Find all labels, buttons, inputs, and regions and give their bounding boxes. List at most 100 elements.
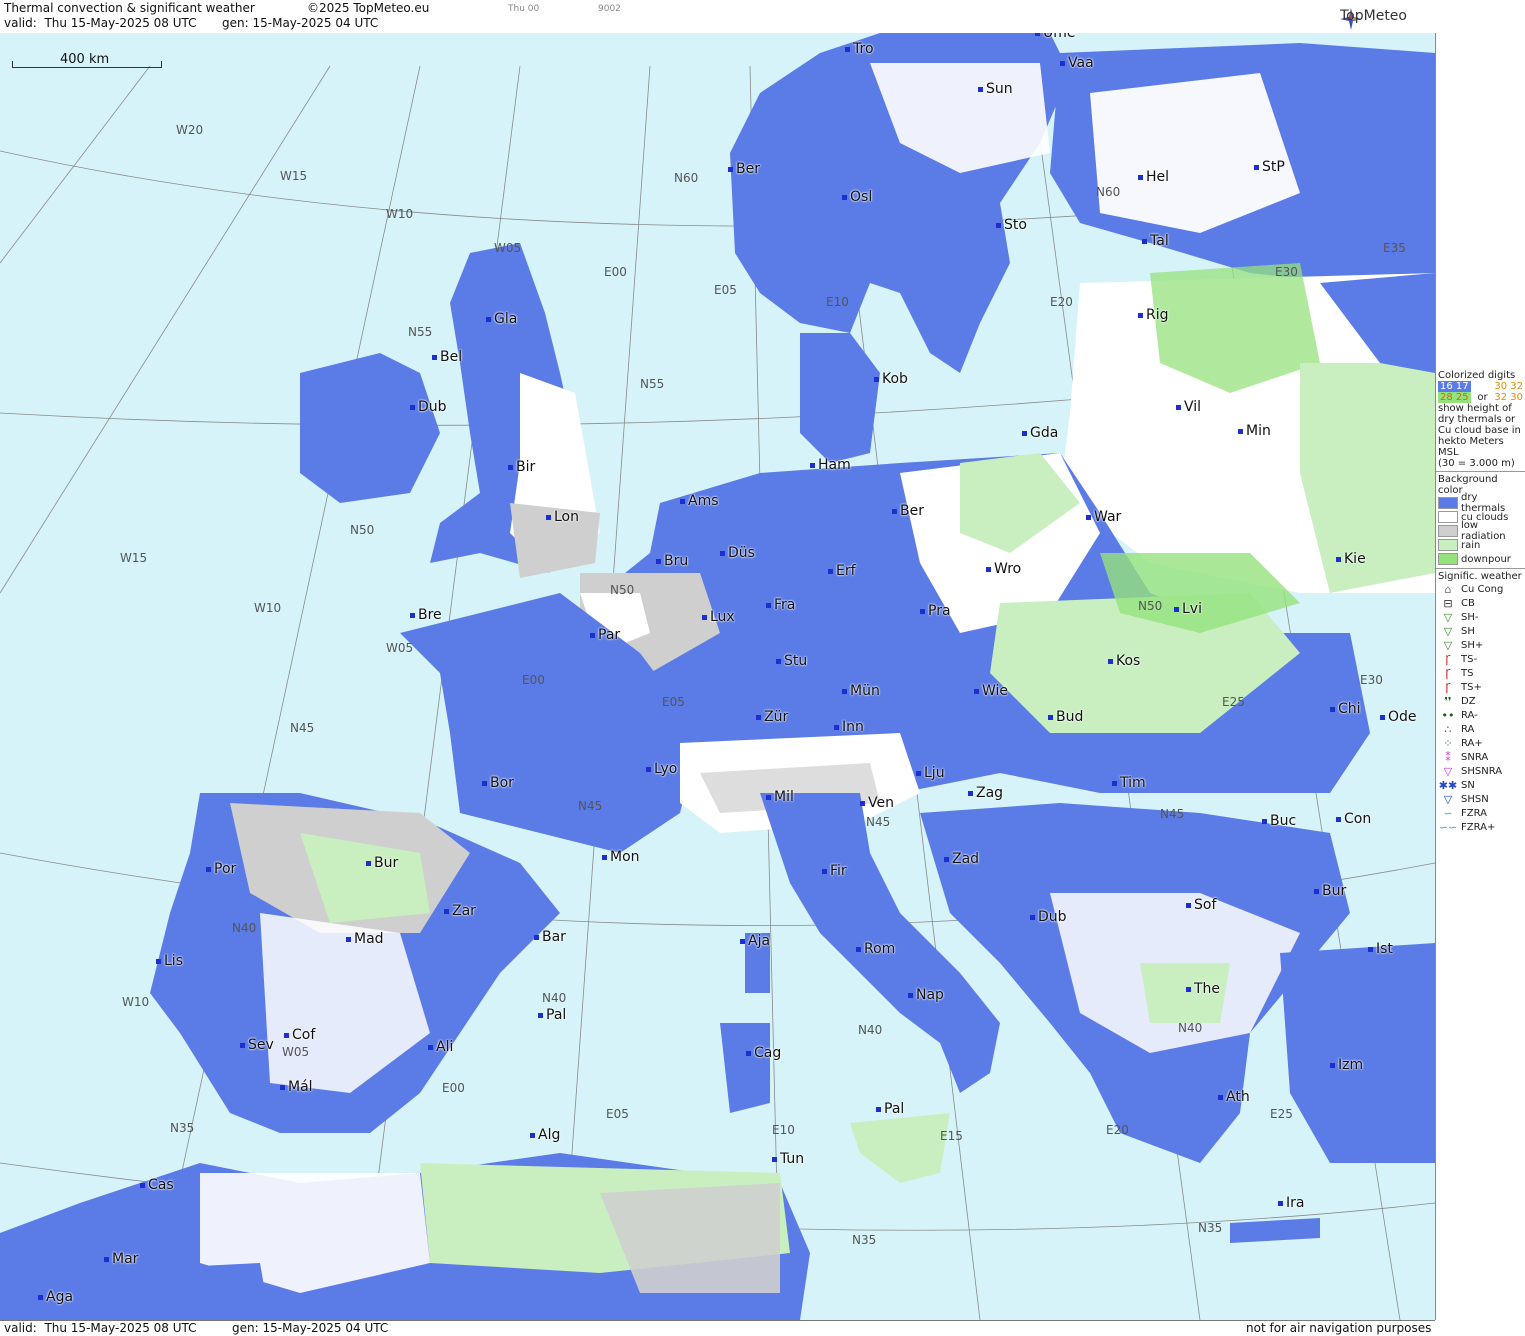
city-label[interactable]: Zür: [756, 709, 788, 725]
weather-symbol-icon: ∴: [1444, 722, 1452, 736]
city-label[interactable]: Aja: [740, 933, 770, 949]
city-label[interactable]: Vaa: [1060, 55, 1094, 71]
city-label[interactable]: Bur: [366, 855, 398, 871]
city-label[interactable]: Rom: [856, 941, 895, 957]
city-label[interactable]: Mil: [766, 789, 794, 805]
city-label[interactable]: Sev: [240, 1037, 274, 1053]
grid-label: N40: [858, 1023, 883, 1037]
city-label[interactable]: Pal: [876, 1101, 904, 1117]
city-label[interactable]: Mar: [104, 1251, 138, 1267]
city-label[interactable]: Sto: [996, 217, 1027, 233]
city-label[interactable]: Mon: [602, 849, 640, 865]
city-label[interactable]: Chi: [1330, 701, 1361, 717]
city-label[interactable]: Sun: [978, 81, 1013, 97]
city-label[interactable]: Ume: [1035, 33, 1076, 41]
city-label[interactable]: Ven: [860, 795, 894, 811]
weather-symbol-icon: ∽: [1443, 806, 1453, 820]
city-label[interactable]: Lon: [546, 509, 579, 525]
city-label[interactable]: Kos: [1108, 653, 1140, 669]
city-label[interactable]: Vil: [1176, 399, 1201, 415]
city-label[interactable]: Rig: [1138, 307, 1169, 323]
city-label[interactable]: Aga: [38, 1289, 73, 1305]
city-label[interactable]: Min: [1238, 423, 1271, 439]
city-label[interactable]: Pra: [920, 603, 951, 619]
city-label[interactable]: Düs: [720, 545, 755, 561]
city-label[interactable]: Por: [206, 861, 236, 877]
grid-label: E20: [1106, 1123, 1129, 1137]
city-label[interactable]: Osl: [842, 189, 872, 205]
city-label[interactable]: Bru: [656, 553, 688, 569]
city-label[interactable]: Cof: [284, 1027, 315, 1043]
city-label[interactable]: Pal: [538, 1007, 566, 1023]
city-label[interactable]: Stu: [776, 653, 807, 669]
city-label[interactable]: Alg: [530, 1127, 560, 1143]
city-label[interactable]: Dub: [410, 399, 447, 415]
city-label[interactable]: Bre: [410, 607, 442, 623]
city-label[interactable]: Wie: [974, 683, 1008, 699]
city-label[interactable]: Cag: [746, 1045, 781, 1061]
city-label[interactable]: StP: [1254, 159, 1285, 175]
city-label[interactable]: Hel: [1138, 169, 1169, 185]
city-label[interactable]: Lux: [702, 609, 735, 625]
city-label[interactable]: Tal: [1142, 233, 1169, 249]
city-label[interactable]: The: [1186, 981, 1220, 997]
city-label[interactable]: Lvi: [1174, 601, 1202, 617]
city-label[interactable]: Ber: [728, 161, 760, 177]
city-label[interactable]: Erf: [828, 563, 856, 579]
city-label[interactable]: Gda: [1022, 425, 1058, 441]
city-label[interactable]: Ist: [1368, 941, 1393, 957]
city-label[interactable]: Ath: [1218, 1089, 1250, 1105]
city-label[interactable]: Nap: [908, 987, 944, 1003]
city-label[interactable]: Gla: [486, 311, 517, 327]
city-label[interactable]: Mün: [842, 683, 880, 699]
city-label[interactable]: Dub: [1030, 909, 1067, 925]
grid-label: E00: [442, 1081, 465, 1095]
city-label[interactable]: Ira: [1278, 1195, 1304, 1211]
city-label[interactable]: Ham: [810, 457, 851, 473]
city-label[interactable]: Cas: [140, 1177, 174, 1193]
city-label[interactable]: Mad: [346, 931, 384, 947]
city-label[interactable]: Fir: [822, 863, 847, 879]
city-label[interactable]: Con: [1336, 811, 1371, 827]
city-label[interactable]: Bur: [1314, 883, 1346, 899]
city-label[interactable]: Bar: [534, 929, 566, 945]
city-label[interactable]: Ams: [680, 493, 719, 509]
copyright: ©2025 TopMeteo.eu: [307, 1, 430, 15]
city-label[interactable]: Izm: [1330, 1057, 1363, 1073]
city-label[interactable]: Ali: [428, 1039, 453, 1055]
legend-wx-label: RA-: [1461, 709, 1478, 721]
city-label[interactable]: Buc: [1262, 813, 1296, 829]
city-label[interactable]: Mál: [280, 1079, 313, 1095]
city-label[interactable]: Wro: [986, 561, 1021, 577]
grid-label: N50: [350, 523, 375, 537]
city-label[interactable]: Inn: [834, 719, 864, 735]
grid-label: N40: [1178, 1021, 1203, 1035]
city-label[interactable]: Zad: [944, 851, 979, 867]
city-label[interactable]: Lyo: [646, 761, 677, 777]
city-label[interactable]: Tun: [772, 1151, 804, 1167]
city-label[interactable]: Bor: [482, 775, 514, 791]
city-label[interactable]: Zar: [444, 903, 476, 919]
city-label[interactable]: Tim: [1112, 775, 1146, 791]
grid-label: N40: [542, 991, 567, 1005]
city-label[interactable]: Ode: [1380, 709, 1417, 725]
city-label[interactable]: Bir: [508, 459, 535, 475]
city-label[interactable]: Kie: [1336, 551, 1366, 567]
city-label[interactable]: Zag: [968, 785, 1003, 801]
city-label[interactable]: Lju: [916, 765, 945, 781]
city-label[interactable]: War: [1086, 509, 1121, 525]
grid-label: N60: [1096, 185, 1121, 199]
city-label[interactable]: Bud: [1048, 709, 1083, 725]
city-label[interactable]: Bel: [432, 349, 462, 365]
city-label[interactable]: Kob: [874, 371, 908, 387]
city-label[interactable]: Lis: [156, 953, 183, 969]
legend-wx-label: SH-: [1461, 611, 1479, 623]
city-label[interactable]: Sof: [1186, 897, 1216, 913]
city-label[interactable]: Fra: [766, 597, 795, 613]
city-label[interactable]: Tro: [845, 41, 874, 57]
city-label[interactable]: Par: [590, 627, 620, 643]
grid-label: W10: [122, 995, 150, 1009]
city-label[interactable]: Ber: [892, 503, 924, 519]
weather-map[interactable]: 400 km W20 W15 W10 W05 E00 E05 E10 E20 E…: [0, 33, 1436, 1320]
weather-symbol-icon: ▽: [1443, 764, 1453, 778]
